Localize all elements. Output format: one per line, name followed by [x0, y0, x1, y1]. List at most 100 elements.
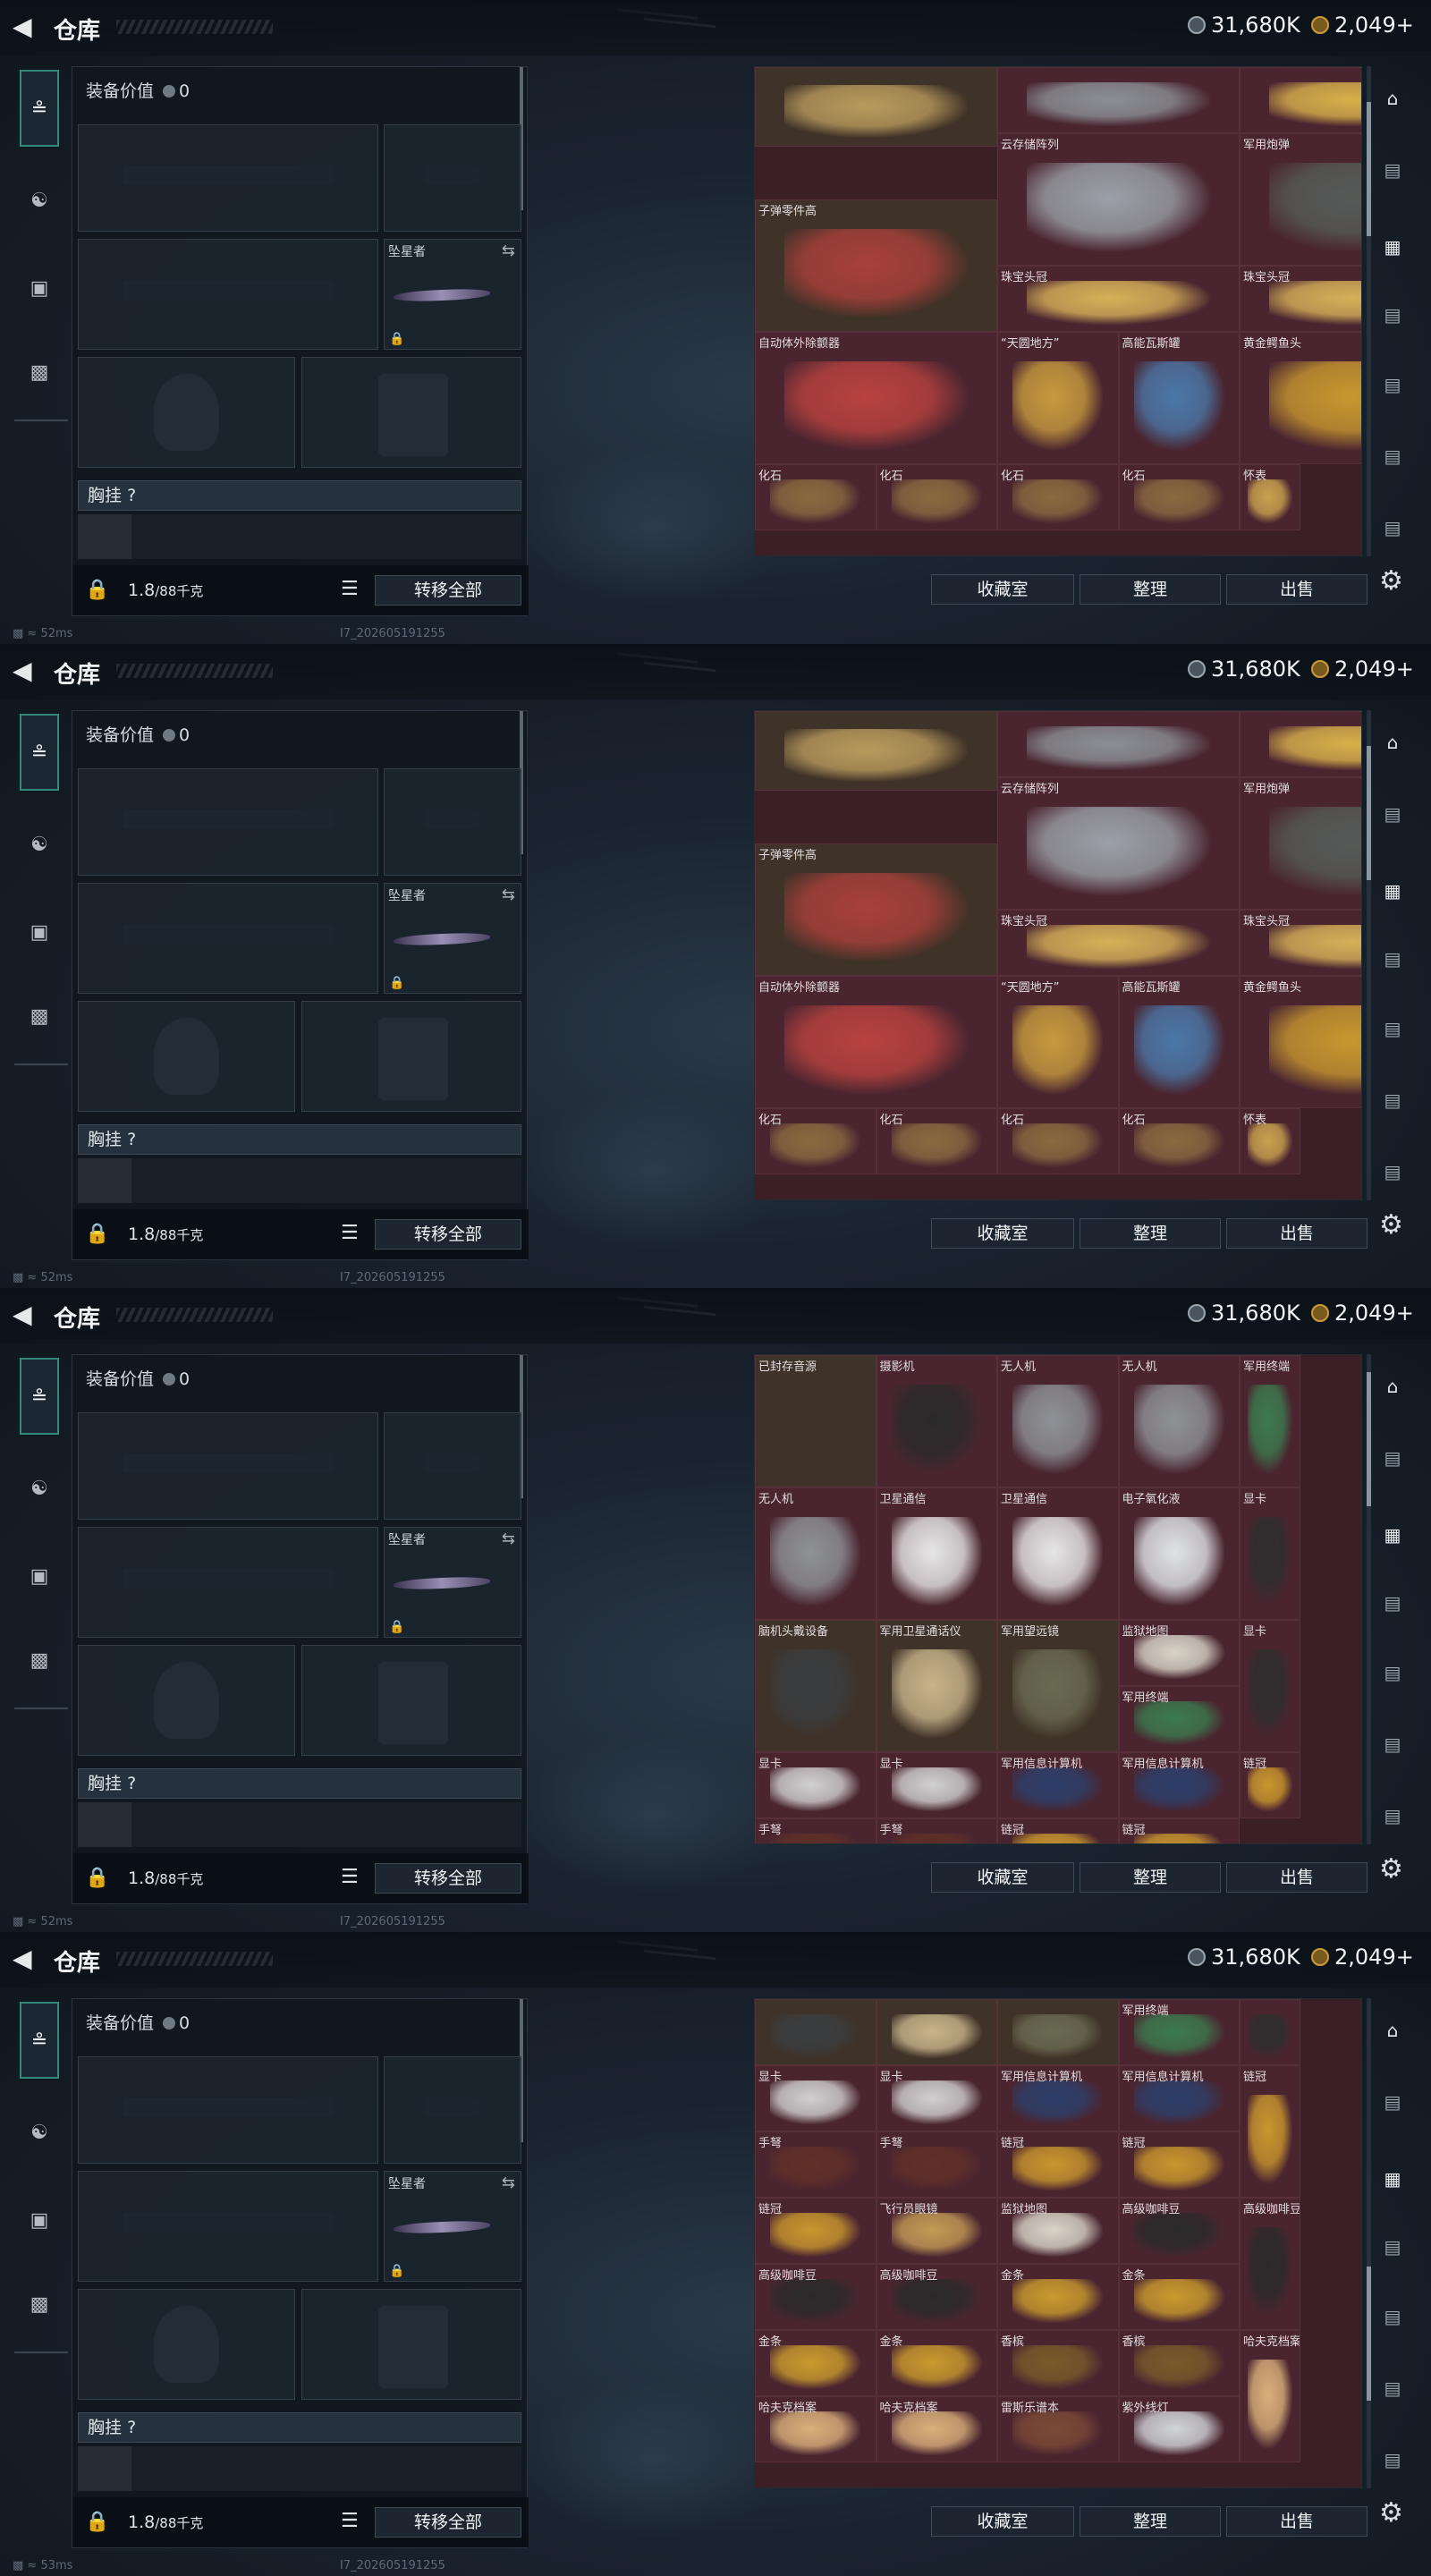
tab-weapons[interactable]: ≗ — [20, 2002, 59, 2079]
stash-item[interactable]: 高级咖啡豆 — [755, 2264, 876, 2330]
stash-item[interactable]: 显卡 — [1240, 1487, 1300, 1620]
stash-tab-icon[interactable]: ▤ — [1378, 1157, 1407, 1186]
stash-item[interactable]: 哈夫克档案 — [876, 2396, 997, 2462]
stash-tab-icon[interactable]: ▤ — [1378, 2302, 1407, 2331]
secondary-weapon-slot[interactable] — [78, 883, 378, 994]
list-icon[interactable]: ☰ — [341, 1866, 359, 1888]
stash-item[interactable]: 金条 — [876, 2330, 997, 2396]
stash-item[interactable]: 电子氧化液 — [1118, 1487, 1240, 1620]
collection-button[interactable]: 收藏室 — [931, 574, 1074, 605]
tab-case[interactable]: ▩ — [20, 335, 59, 411]
stash-item[interactable]: 军用信息计算机 — [1118, 2065, 1240, 2131]
scroll-thumb[interactable] — [1367, 1372, 1371, 1506]
stash-item[interactable]: 化石 — [997, 1108, 1119, 1174]
back-arrow-icon[interactable]: ◀ — [13, 1945, 38, 1973]
armor-slot[interactable] — [301, 357, 521, 468]
gold-currency[interactable]: 2,049+ — [1311, 1945, 1414, 1970]
collection-button[interactable]: 收藏室 — [931, 1218, 1074, 1249]
back-arrow-icon[interactable]: ◀ — [13, 1301, 38, 1329]
collection-button[interactable]: 收藏室 — [931, 1862, 1074, 1893]
stash-item[interactable]: 卫星通信 — [997, 1487, 1119, 1620]
primary-weapon-slot[interactable] — [78, 768, 378, 876]
stash-item[interactable]: 子弹零件高 — [755, 843, 997, 976]
stash-tab-icon[interactable]: ▤ — [1378, 2445, 1407, 2474]
stash-item[interactable]: 怀表 — [1240, 464, 1300, 530]
stash-item[interactable]: 化石 — [755, 464, 876, 530]
stash-item[interactable]: 紫外线灯 — [1118, 2396, 1240, 2462]
helmet-slot[interactable] — [78, 1645, 295, 1756]
stash-item[interactable]: 无人机 — [1118, 1355, 1240, 1487]
transfer-all-button[interactable]: 转移全部 — [375, 1219, 521, 1250]
stash-item[interactable] — [997, 67, 1240, 133]
stash-item[interactable] — [997, 711, 1240, 777]
stash-item[interactable]: 珠宝头冠 — [1240, 266, 1361, 332]
stash-item[interactable]: 化石 — [876, 1108, 997, 1174]
sell-button[interactable]: 出售 — [1226, 1862, 1367, 1893]
stash-item[interactable]: 已封存音源 — [755, 1355, 876, 1487]
stash-item[interactable]: 云存储阵列 — [997, 777, 1240, 910]
stash-item[interactable]: 云存储阵列 — [997, 133, 1240, 266]
armor-slot[interactable] — [301, 2289, 521, 2400]
chest-rig-header[interactable]: 胸挂 ? — [78, 1768, 521, 1799]
list-icon[interactable]: ☰ — [341, 1222, 359, 1244]
stash-item[interactable]: 黄金鳄鱼头 — [1240, 332, 1361, 464]
stash-tab-icon[interactable]: ▤ — [1378, 1589, 1407, 1617]
collection-button[interactable]: 收藏室 — [931, 2506, 1074, 2537]
list-icon[interactable]: ☰ — [341, 2510, 359, 2532]
tab-backpack[interactable]: ▣ — [20, 894, 59, 971]
stash-scrollbar[interactable] — [1367, 66, 1371, 556]
stash-item[interactable]: 高能瓦斯罐 — [1118, 332, 1240, 464]
stash-item[interactable]: 化石 — [876, 464, 997, 530]
stash-item[interactable]: 显卡 — [1240, 1620, 1300, 1752]
scroll-thumb[interactable] — [1367, 2267, 1371, 2401]
stash-item[interactable]: 显卡 — [876, 2065, 997, 2131]
rig-slot[interactable] — [78, 514, 131, 559]
stash-item[interactable]: 高级咖啡豆 — [1118, 2198, 1240, 2264]
stash-tab-icon[interactable]: ▦ — [1378, 2165, 1407, 2193]
transfer-all-button[interactable]: 转移全部 — [375, 575, 521, 606]
stash-tab-icon[interactable]: ▤ — [1378, 1014, 1407, 1043]
stash-scrollbar[interactable] — [1367, 1998, 1371, 2488]
tab-armor[interactable]: ☯ — [20, 807, 59, 884]
sell-button[interactable]: 出售 — [1226, 1218, 1367, 1249]
stash-item[interactable]: 化石 — [997, 464, 1119, 530]
stash-tab-icon[interactable]: ▤ — [1378, 156, 1407, 184]
armor-slot[interactable] — [301, 1645, 521, 1756]
stash-item[interactable]: 无人机 — [755, 1487, 876, 1620]
stash-item[interactable]: 金条 — [755, 2330, 876, 2396]
stash-scrollbar[interactable] — [1367, 1354, 1371, 1844]
stash-tab-icon[interactable]: ▤ — [1378, 1086, 1407, 1114]
sort-button[interactable]: 整理 — [1080, 1218, 1221, 1249]
stash-item[interactable]: 卫星通信 — [876, 1487, 997, 1620]
rig-slot[interactable] — [78, 2446, 131, 2491]
stash-item[interactable]: 显卡 — [755, 1752, 876, 1818]
stash-item[interactable]: 军用望远镜 — [997, 1620, 1119, 1752]
stash-item[interactable]: 自动体外除颤器 — [755, 976, 997, 1108]
stash-item[interactable]: 怀表 — [1240, 1108, 1300, 1174]
stash-tab-icon[interactable]: ▦ — [1378, 233, 1407, 261]
transfer-all-button[interactable]: 转移全部 — [375, 2507, 521, 2538]
gold-currency[interactable]: 2,049+ — [1311, 13, 1414, 38]
rig-slot[interactable] — [78, 1158, 131, 1203]
settings-gear-icon[interactable]: ⚙ — [1379, 565, 1403, 597]
tab-weapons[interactable]: ≗ — [20, 714, 59, 791]
stash-item[interactable]: 链冠 — [997, 1818, 1119, 1843]
stash-item[interactable]: 军用炮弹 — [1240, 777, 1361, 910]
helmet-slot[interactable] — [78, 2289, 295, 2400]
stash-tab-icon[interactable]: ▤ — [1378, 1444, 1407, 1472]
helmet-slot[interactable] — [78, 1001, 295, 1112]
pistol-slot[interactable] — [384, 768, 521, 876]
back-arrow-icon[interactable]: ◀ — [13, 13, 38, 41]
stash-item[interactable]: 链冠 — [755, 2198, 876, 2264]
stash-tab-icon[interactable]: ▤ — [1378, 513, 1407, 542]
stash-item[interactable]: 手弩 — [876, 1818, 997, 1843]
stash-tab-icon[interactable]: ⌂ — [1378, 84, 1407, 113]
sort-button[interactable]: 整理 — [1080, 574, 1221, 605]
stash-item[interactable]: 金条 — [997, 2264, 1119, 2330]
stash-item[interactable]: 珠宝头冠 — [1240, 910, 1361, 976]
stash-item[interactable]: 脑机头戴设备 — [755, 1620, 876, 1752]
stash-item[interactable]: 监狱地图 — [997, 2198, 1119, 2264]
pistol-slot[interactable] — [384, 1412, 521, 1520]
stash-item[interactable]: 显卡 — [876, 1752, 997, 1818]
primary-weapon-slot[interactable] — [78, 124, 378, 232]
